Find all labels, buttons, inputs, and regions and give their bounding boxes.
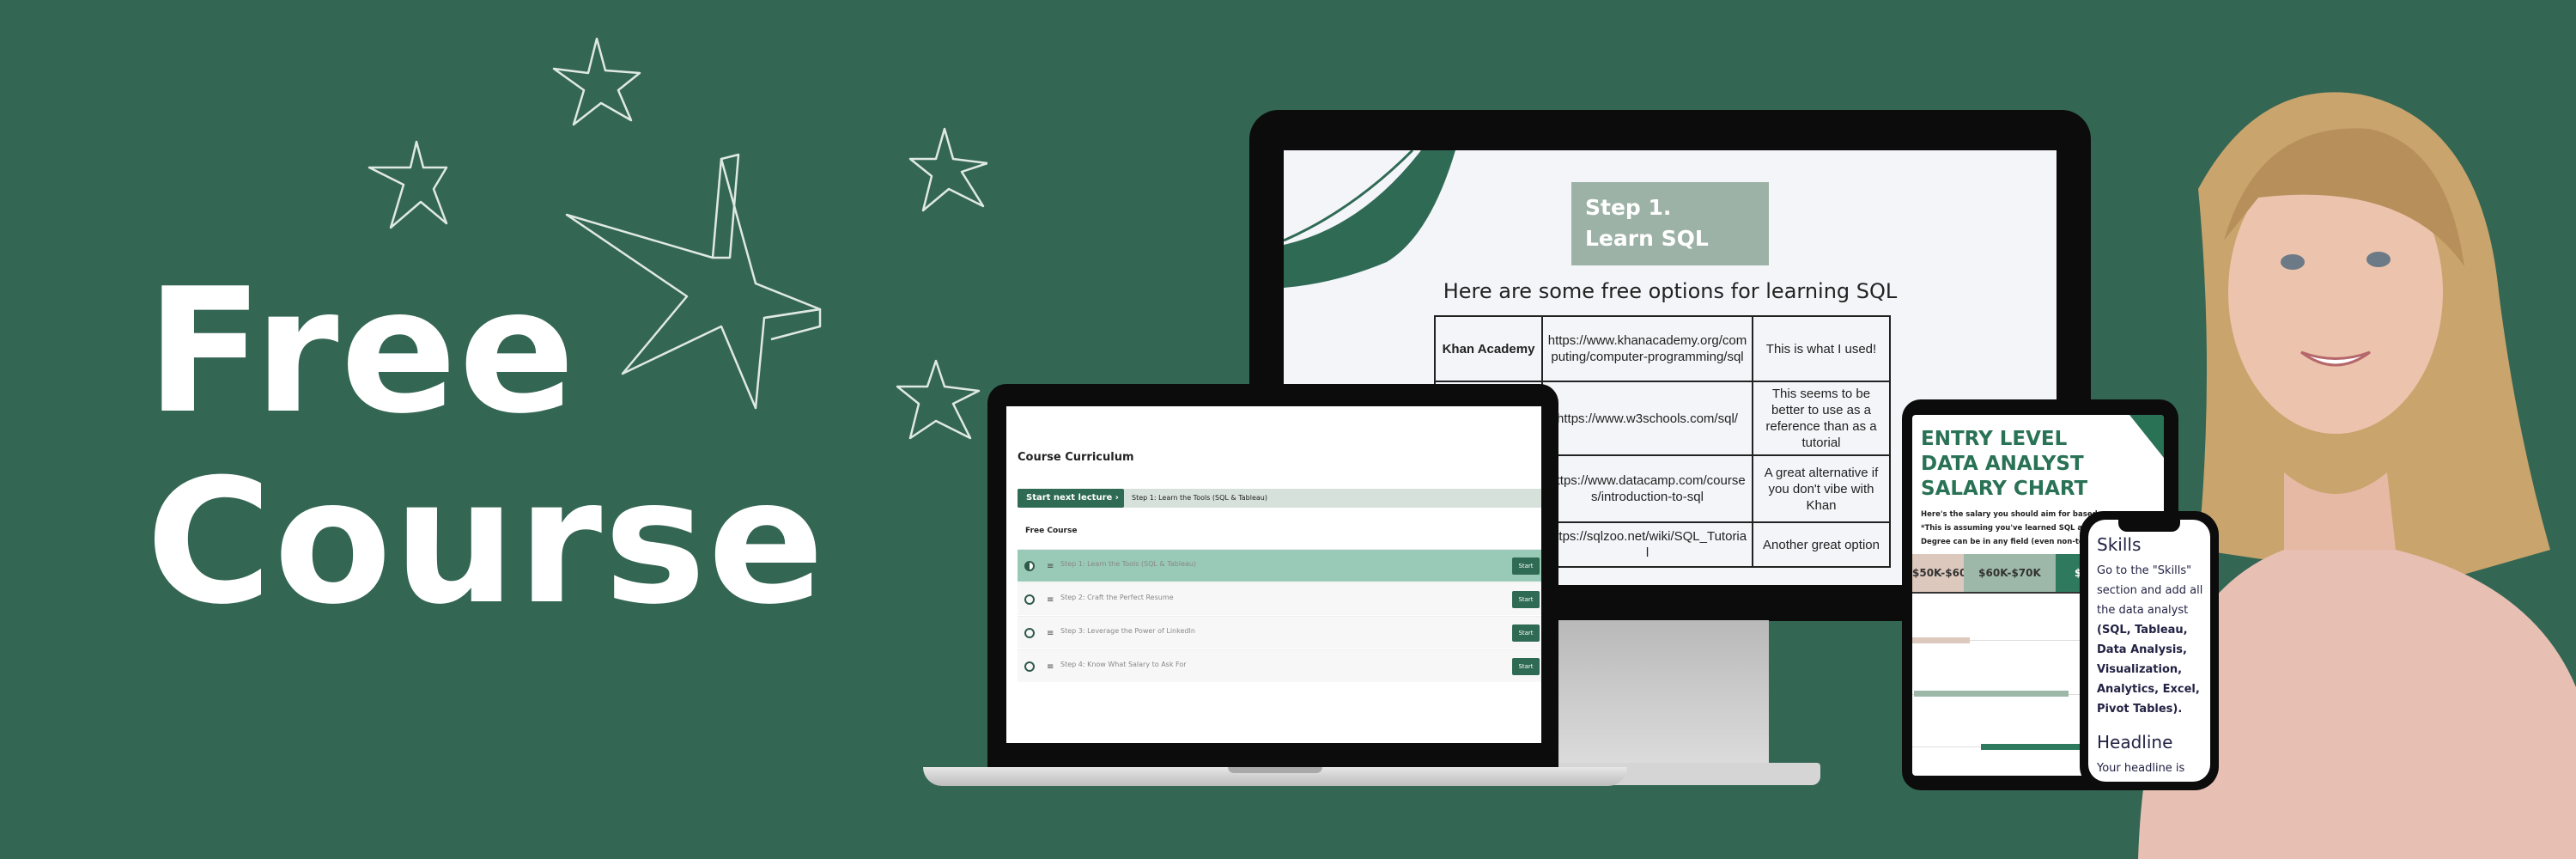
table-cell: This is what I used! [1752, 315, 1891, 382]
star-icon [368, 140, 448, 229]
hero-line-2: Course [146, 442, 826, 643]
start-button[interactable]: Start [1512, 624, 1540, 642]
phone-content: Skills Go to the "Skills" section and ad… [2088, 520, 2210, 782]
salary-range-header: $60K-$70K [1964, 554, 2056, 592]
step-number: Step 1. [1585, 195, 1672, 220]
table-link[interactable]: https://www.khanacademy.org/computing/co… [1541, 315, 1753, 382]
lecture-row[interactable]: ≡ Step 4: Know What Salary to Ask For St… [1018, 649, 1541, 682]
corner-swoosh [1284, 150, 1455, 288]
course-curriculum-title: Course Curriculum [1018, 451, 1134, 464]
text-lines-icon: ≡ [1047, 595, 1054, 605]
table-cell: A great alternative if you don't vibe wi… [1752, 454, 1891, 523]
phone-screen: Skills Go to the "Skills" section and ad… [2088, 520, 2210, 782]
skills-paragraph: Go to the "Skills" section and add all t… [2097, 564, 2203, 617]
text-lines-icon: ≡ [1047, 562, 1054, 571]
skills-text: Go to the "Skills" section and add all t… [2097, 561, 2208, 719]
hero-line-1: Free [146, 252, 577, 452]
lecture-row[interactable]: ≡ Step 2: Craft the Perfect Resume Start [1018, 582, 1541, 615]
lecture-label: Step 3: Leverage the Power of LinkedIn [1060, 627, 1195, 635]
lecture-row[interactable]: ≡ Step 3: Leverage the Power of LinkedIn… [1018, 616, 1541, 649]
progress-half-icon [1024, 561, 1035, 571]
star-icon [908, 127, 987, 212]
laptop-screen: Course Curriculum Start next lecture › S… [1006, 406, 1541, 743]
text-lines-icon: ≡ [1047, 662, 1054, 672]
circle-icon [1024, 594, 1035, 605]
monitor-stand [1546, 620, 1769, 766]
lecture-label: Step 2: Craft the Perfect Resume [1060, 594, 1174, 601]
headline-heading: Headline [2097, 732, 2173, 752]
table-link[interactable]: https://www.w3schools.com/sql/ [1541, 381, 1753, 456]
salary-bar [1914, 691, 2069, 697]
table-cell: This seems to be better to use as a refe… [1752, 381, 1891, 456]
note-line: Here's the salary you should aim for bas… [1921, 510, 2111, 519]
start-button[interactable]: Start [1512, 658, 1540, 675]
skills-heading: Skills [2097, 534, 2142, 555]
start-next-lecture-button[interactable]: Start next lecture › [1018, 489, 1124, 508]
smartphone: Skills Go to the "Skills" section and ad… [2080, 511, 2219, 790]
table-cell: Another great option [1752, 521, 1891, 568]
step-title-box: Step 1. Learn SQL [1571, 182, 1769, 265]
start-button[interactable]: Start [1512, 557, 1540, 575]
lecture-row[interactable]: ≡ Step 1: Learn the Tools (SQL & Tableau… [1018, 549, 1541, 582]
salary-range-header: $50K-$60K [1912, 554, 1964, 592]
section-title: Free Course [1025, 527, 1078, 535]
laptop: Course Curriculum Start next lecture › S… [987, 384, 1558, 771]
phone-notch [2118, 520, 2180, 532]
start-button[interactable]: Start [1512, 591, 1540, 608]
star-icon [896, 359, 981, 440]
table-row: Khan Academy https://www.khanacademy.org… [1434, 315, 1891, 382]
lecture-label: Step 1: Learn the Tools (SQL & Tableau) [1060, 560, 1196, 568]
salary-bar [1912, 637, 1970, 643]
title-line: SALARY CHART [1921, 478, 2088, 500]
step-name: Learn SQL [1585, 226, 1709, 251]
text-lines-icon: ≡ [1047, 629, 1054, 638]
next-lecture-bar: Start next lecture › Step 1: Learn the T… [1018, 489, 1541, 508]
skills-list: (SQL, Tableau, Data Analysis, Visualizat… [2097, 624, 2200, 716]
title-line: DATA ANALYST [1921, 453, 2084, 475]
table-cell: Khan Academy [1434, 315, 1543, 382]
resources-heading: Here are some free options for learning … [1443, 279, 1898, 303]
circle-icon [1024, 628, 1035, 638]
headline-paragraph: Your headline is searchable, so make sur… [2097, 762, 2185, 775]
circle-icon [1024, 661, 1035, 672]
lecture-label: Step 4: Know What Salary to Ask For [1060, 661, 1187, 668]
next-lecture-label: Step 1: Learn the Tools (SQL & Tableau) [1132, 494, 1267, 502]
table-link[interactable]: https://www.datacamp.com/courses/introdu… [1541, 454, 1753, 523]
corner-accent [2129, 415, 2164, 458]
salary-chart-title: ENTRY LEVEL DATA ANALYST SALARY CHART [1921, 427, 2087, 502]
title-line: ENTRY LEVEL [1921, 428, 2068, 450]
table-link[interactable]: https://sqlzoo.net/wiki/SQL_Tutorial [1541, 521, 1753, 568]
hero-title: Free Course [146, 266, 826, 629]
laptop-notch [1228, 767, 1322, 773]
star-icon [552, 37, 641, 126]
